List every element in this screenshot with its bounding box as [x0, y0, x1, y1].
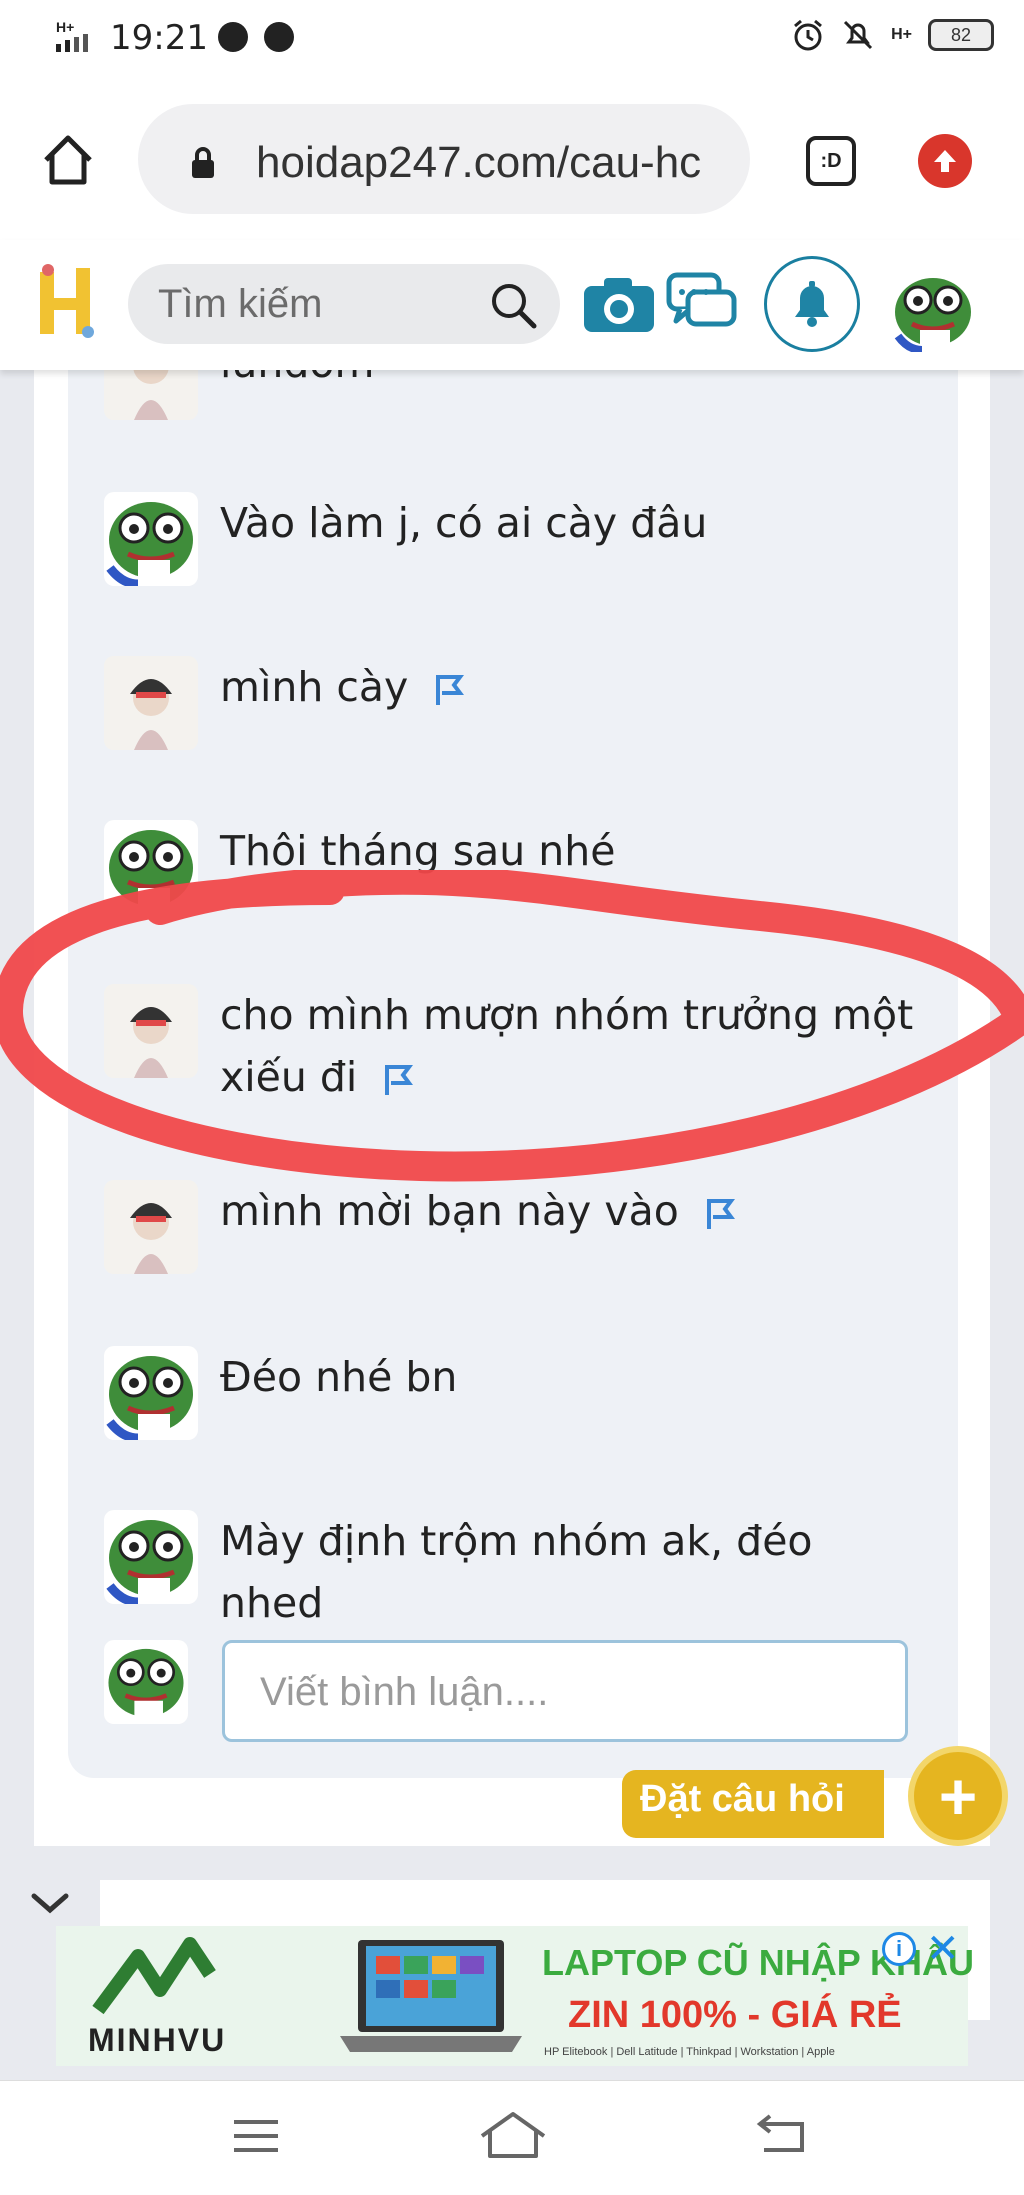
battery-level: 82: [950, 24, 972, 45]
ad-logo-mark: [92, 1937, 216, 2015]
ad-close-icon[interactable]: ✕: [926, 1926, 960, 1972]
comment-avatar[interactable]: [104, 1180, 198, 1274]
comment-input-placeholder[interactable]: Viết bình luận....: [260, 1670, 548, 1715]
comment-text: Thôi tháng sau nhé: [220, 820, 920, 882]
search-icon[interactable]: [488, 280, 540, 332]
comment-message: Vào làm j, có ai cày đâu: [220, 499, 708, 547]
flag-icon[interactable]: [703, 1197, 737, 1231]
comment-text: Đéo nhé bn: [220, 1346, 920, 1408]
comment-avatar[interactable]: [104, 1510, 198, 1604]
ask-question-label[interactable]: Đặt câu hỏi: [640, 1778, 845, 1821]
upload-icon[interactable]: [918, 134, 972, 188]
ask-question-button[interactable]: +: [908, 1746, 1008, 1846]
comment-message: mình mời bạn này vào: [220, 1187, 679, 1235]
url-text[interactable]: hoidap247.com/cau-hc: [256, 138, 726, 188]
status-icons-right: H+ 82: [791, 18, 994, 52]
home-icon[interactable]: [38, 130, 98, 190]
comment-text: cho mình mượn nhóm trưởng một xiếu đi: [220, 984, 920, 1108]
camera-icon[interactable]: [582, 276, 656, 334]
comment-message: Đéo nhé bn: [220, 1353, 458, 1401]
laptop-image: [340, 1940, 522, 2052]
site-logo[interactable]: [34, 262, 98, 342]
comment-message: Thôi tháng sau nhé: [220, 827, 616, 875]
flag-icon[interactable]: [381, 1063, 415, 1097]
ad-models: HP Elitebook | Dell Latitude | Thinkpad …: [544, 2046, 835, 2058]
comment-avatar[interactable]: [104, 492, 198, 586]
comment-text: Mày định trộm nhóm ak, đéo nhed: [220, 1510, 920, 1634]
comment-text: mình cày: [220, 656, 920, 718]
home-nav-icon[interactable]: [478, 2108, 548, 2160]
ad-subtitle: ZIN 100% - GIÁ RẺ: [568, 1994, 902, 2036]
network-right-label: H+: [891, 26, 912, 43]
chat-icon[interactable]: [666, 272, 738, 338]
comment-message: mình cày: [220, 663, 409, 711]
bell-icon: [795, 281, 829, 327]
comment-message: cho mình mượn nhóm trưởng một xiếu đi: [220, 991, 914, 1101]
search-input[interactable]: Tìm kiếm: [158, 282, 322, 327]
back-icon[interactable]: [752, 2112, 812, 2160]
battery-icon: 82: [928, 19, 994, 51]
messenger-icon: [264, 22, 294, 52]
comment-avatar[interactable]: [104, 1346, 198, 1440]
notification-button[interactable]: [764, 256, 860, 352]
comment-avatar[interactable]: [104, 820, 198, 914]
ad-info-icon[interactable]: i: [882, 1932, 916, 1966]
signal-icon: H+: [56, 20, 96, 54]
comment-text: Vào làm j, có ai cày đâu: [220, 492, 920, 554]
comment-avatar[interactable]: [104, 656, 198, 750]
alarm-icon: [794, 19, 823, 51]
tabs-button[interactable]: :D: [806, 136, 856, 186]
ad-brand: MINHVU: [88, 2022, 227, 2058]
ad-info-label: i: [895, 1936, 903, 1961]
comment-avatar[interactable]: [104, 984, 198, 1078]
my-avatar: [104, 1640, 188, 1724]
plus-icon: +: [938, 1759, 978, 1833]
menu-icon[interactable]: [230, 2114, 282, 2158]
comment-message: Mày định trộm nhóm ak, đéo nhed: [220, 1517, 813, 1627]
flag-icon[interactable]: [432, 673, 466, 707]
status-time: 19:21: [110, 18, 208, 58]
mute-bell-icon: [844, 20, 873, 50]
lock-icon: [192, 147, 214, 178]
user-avatar[interactable]: [890, 266, 976, 352]
comment-text: mình mời bạn này vào: [220, 1180, 920, 1242]
messenger-icon: [218, 22, 248, 52]
